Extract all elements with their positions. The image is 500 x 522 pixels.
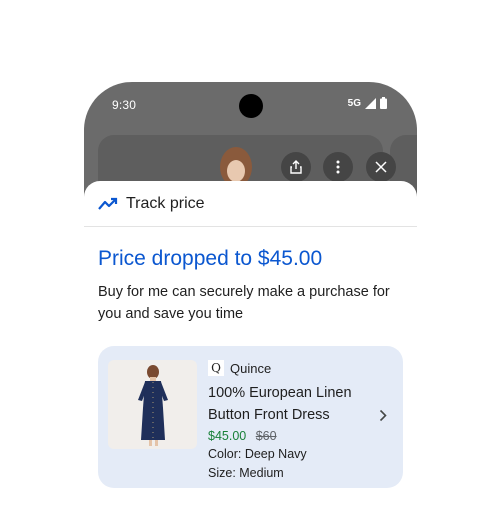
product-image [108, 360, 197, 449]
brand-row: Q Quince [208, 360, 378, 376]
share-icon [290, 160, 302, 174]
trending-icon [98, 197, 118, 210]
camera-cutout [239, 94, 263, 118]
divider [84, 226, 417, 227]
brand-name: Quince [230, 360, 272, 376]
close-icon [375, 161, 387, 173]
product-color: Color: Deep Navy [208, 447, 307, 461]
original-price: $60 [255, 429, 277, 443]
description-text: Buy for me can securely make a purchase … [98, 284, 390, 322]
more-vert-icon [336, 160, 340, 174]
price-row: $45.00 $60 [208, 429, 378, 443]
network-label: 5G [347, 97, 361, 109]
track-price-sheet: Track price Price dropped to $45.00 Buy … [84, 181, 417, 522]
signal-icon [365, 97, 376, 109]
sheet-header: Track price [98, 195, 205, 213]
more-options-button[interactable] [323, 152, 353, 182]
close-button[interactable] [366, 152, 396, 182]
chevron-right-icon[interactable] [379, 409, 387, 422]
current-price: $45.00 [208, 429, 247, 443]
status-indicators: 5G [348, 97, 387, 109]
product-size: Size: Medium [208, 466, 284, 480]
sheet-title: Track price [126, 195, 205, 212]
product-info: Q Quince 100% European Linen Button Fron… [208, 360, 378, 481]
product-card[interactable]: Q Quince 100% European Linen Button Fron… [98, 346, 403, 488]
share-button[interactable] [281, 152, 311, 182]
status-time: 9:30 [112, 98, 137, 112]
battery-icon [380, 97, 387, 109]
phone-frame: 9:30 5G Track price Price dropped to $45… [84, 82, 417, 522]
price-drop-headline: Price dropped to $45.00 [98, 247, 323, 270]
status-bar: 9:30 5G [84, 82, 417, 128]
product-name: 100% European Linen Button Front Dress [208, 385, 352, 423]
brand-logo: Q [208, 360, 224, 376]
